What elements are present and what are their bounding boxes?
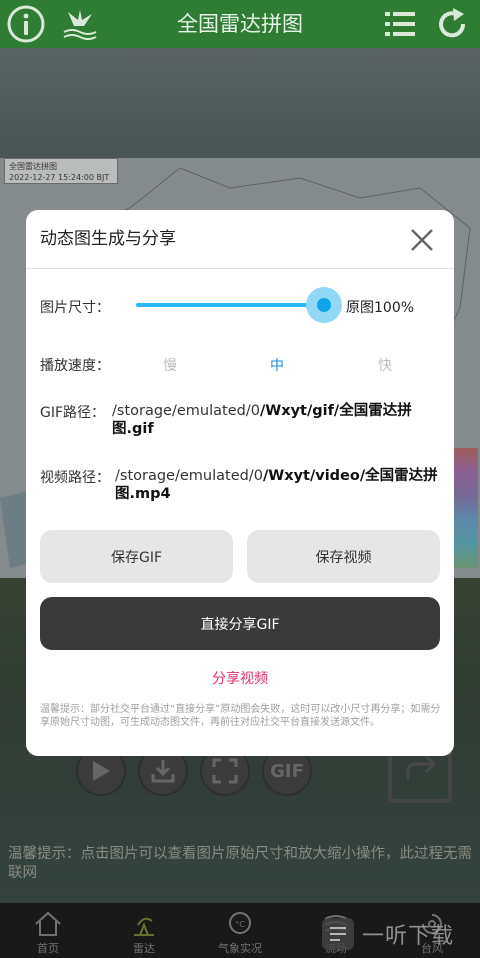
dialog-title: 动态图生成与分享 [40, 229, 176, 249]
save-gif-button[interactable]: 保存GIF [40, 530, 233, 583]
video-path-bold: /Wxyt/video/全国雷达拼 [262, 468, 438, 484]
gif-share-dialog: 动态图生成与分享 图片尺寸： 原图100% 播放速度： 慢 中 快 GIF路径：… [26, 210, 454, 756]
size-label: 图片尺寸： [40, 300, 110, 316]
gif-path-label: GIF路径： [40, 405, 106, 421]
crane-logo-icon [60, 4, 100, 44]
video-path-value: /storage/emulated/0/Wxyt/video/全国雷达拼图.mp… [115, 467, 445, 503]
app-header: 全国雷达拼图 [0, 0, 480, 48]
list-icon[interactable] [380, 4, 420, 44]
speed-option-medium[interactable]: 中 [257, 355, 297, 375]
video-path-line2: 图.mp4 [115, 486, 171, 502]
size-slider-thumb[interactable] [317, 298, 331, 312]
dialog-divider [26, 268, 454, 269]
video-path-prefix: /storage/emulated/0 [115, 468, 263, 484]
speed-option-fast[interactable]: 快 [365, 355, 405, 375]
info-icon[interactable] [6, 4, 46, 44]
share-video-link[interactable]: 分享视频 [26, 668, 454, 688]
size-value: 原图100% [346, 300, 415, 316]
speed-label: 播放速度： [40, 358, 110, 374]
save-video-button[interactable]: 保存视频 [247, 530, 440, 583]
size-slider-track[interactable] [136, 303, 326, 307]
page-title: 全国雷达拼图 [177, 12, 303, 36]
close-icon[interactable] [410, 228, 434, 252]
refresh-icon[interactable] [432, 4, 472, 44]
gif-path-prefix: /storage/emulated/0 [112, 403, 260, 419]
dialog-note: 温馨提示：部分社交平台通过“直接分享”原动图会失败，这时可以改小尺寸再分享；如需… [40, 704, 441, 728]
share-gif-button[interactable]: 直接分享GIF [40, 597, 440, 650]
speed-option-slow[interactable]: 慢 [150, 355, 190, 375]
gif-path-value: /storage/emulated/0/Wxyt/gif/全国雷达拼图.gif [112, 402, 442, 438]
gif-path-bold: /Wxyt/gif/全国雷达拼 [259, 403, 412, 419]
gif-path-line2: 图.gif [112, 421, 154, 437]
video-path-label: 视频路径： [40, 470, 110, 486]
